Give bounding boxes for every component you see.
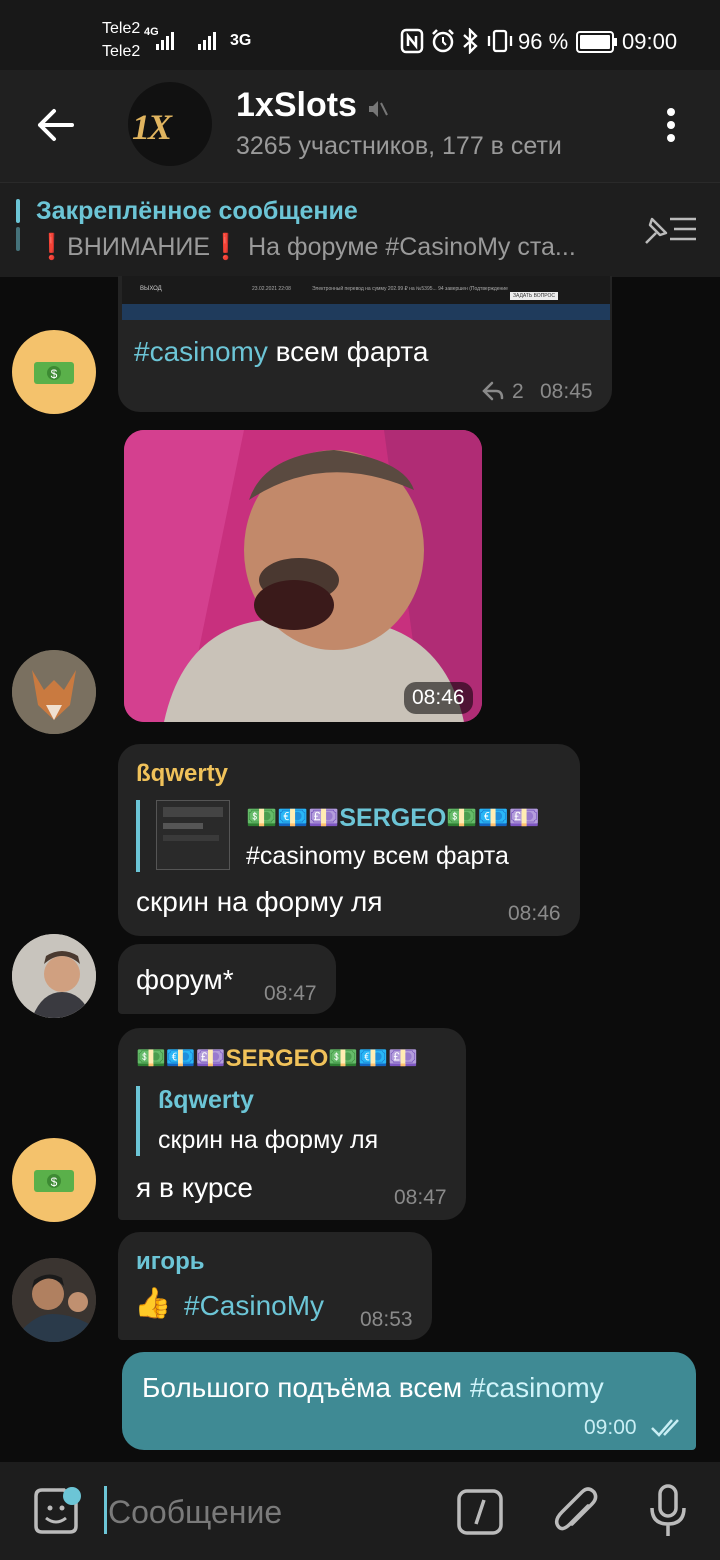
chat-title[interactable]: 1xSlots: [236, 86, 357, 125]
svg-text:$: $: [51, 1175, 58, 1189]
carrier-1: Tele2: [102, 20, 141, 37]
chat-header: 1X 1xSlots 3265 участников, 177 в сети: [0, 70, 720, 182]
screenshot-exit-label: ВЫХОД: [140, 286, 162, 292]
sender-name[interactable]: игорь: [136, 1248, 205, 1276]
pinned-label: Закреплённое сообщение: [36, 197, 358, 225]
avatar[interactable]: [12, 650, 96, 734]
message-bubble[interactable]: ßqwerty 💵💶💷SERGEO💵💶💷 #casinomy всем фарт…: [118, 744, 580, 936]
avatar-logo-text: 1X: [132, 107, 172, 147]
reply-quote-bar: [136, 1086, 140, 1156]
hashtag-link[interactable]: #casinomy: [134, 336, 268, 367]
money-icon: $: [34, 1170, 74, 1192]
message-input-bar: [0, 1462, 720, 1560]
reply-text: скрин на форму ля: [158, 1126, 379, 1154]
carrier-2: Tele2: [102, 43, 141, 60]
screenshot-date: 23.02.2021 22:08: [252, 286, 291, 292]
avatar[interactable]: [12, 1258, 96, 1342]
fox-avatar-image: [12, 650, 96, 734]
pinned-list-icon[interactable]: [640, 211, 698, 247]
user-photo-avatar: [12, 934, 96, 1018]
battery-icon: [576, 31, 617, 53]
sender-name[interactable]: ßqwerty: [136, 760, 228, 788]
reply-author: ßqwerty: [158, 1086, 254, 1114]
message-text: #casinomy всем фарта: [134, 336, 428, 368]
message-bubble[interactable]: ВЫХОД 23.02.2021 22:08 Электронный перев…: [118, 276, 612, 412]
read-checkmark-icon: [651, 1419, 679, 1437]
pinned-indicator-2: [16, 227, 20, 251]
thumbs-up-emoji: 👍: [134, 1287, 172, 1320]
nfc-icon: [400, 28, 424, 54]
reply-text: #casinomy всем фарта: [246, 842, 509, 870]
avatar[interactable]: [12, 934, 96, 1018]
message-text: скрин на форму ля: [136, 886, 383, 917]
own-message-bubble[interactable]: Большого подъёма всем #casinomy 09:00: [122, 1352, 696, 1450]
network-type-2: 3G: [230, 32, 252, 49]
message-time: 08:53: [360, 1308, 413, 1331]
gif-media[interactable]: 08:46: [124, 430, 482, 722]
message-text: Большого подъёма всем #casinomy: [142, 1372, 604, 1404]
message-bubble[interactable]: 💵💶💷SERGEO💵💶💷 ßqwerty скрин на форму ля я…: [118, 1028, 466, 1220]
money-icon: $: [34, 362, 74, 384]
reply-thumbnail: [156, 800, 230, 870]
message-time: 08:46: [508, 902, 561, 925]
more-menu-icon[interactable]: [664, 106, 678, 146]
media-time: 08:46: [404, 682, 473, 714]
status-time: 09:00: [622, 29, 678, 54]
message-text: я в курсе: [136, 1172, 253, 1203]
bot-commands-icon[interactable]: [456, 1488, 504, 1536]
status-bar: Tele2 Tele2 4G 3G 96 % 09:00: [0, 0, 720, 70]
sender-name[interactable]: 💵💶💷SERGEO💵💶💷: [136, 1044, 418, 1073]
bluetooth-icon: [463, 28, 478, 54]
alarm-icon: [432, 29, 454, 53]
message-time: 08:45: [540, 380, 593, 403]
screenshot-image[interactable]: ВЫХОД 23.02.2021 22:08 Электронный перев…: [122, 276, 610, 320]
pinned-text: ❗ВНИМАНИЕ❗ На форуме #CasinoMy ста...: [36, 233, 576, 261]
reply-author: 💵💶💷SERGEO💵💶💷: [246, 804, 540, 832]
battery-percent: 96 %: [518, 29, 569, 54]
screenshot-description: Электронный перевод на сумму 202.99 ₽ на…: [312, 286, 508, 292]
channel-avatar[interactable]: 1X: [128, 82, 212, 166]
message-body: всем фарта: [267, 336, 429, 367]
avatar[interactable]: $: [12, 330, 96, 414]
pinned-indicator: [16, 199, 20, 223]
chat-subtitle: 3265 участников, 177 в сети: [236, 132, 562, 160]
message-text: форум*: [136, 964, 234, 995]
muted-icon: [369, 101, 388, 117]
message-bubble[interactable]: форум* 08:47: [118, 944, 336, 1014]
reply-count[interactable]: 2: [512, 380, 524, 404]
message-body: Большого подъёма всем: [142, 1372, 470, 1403]
signal-icon: [156, 32, 174, 50]
avatar[interactable]: $: [12, 1138, 96, 1222]
user-photo-avatar: [12, 1258, 96, 1342]
screenshot-ask-button: ЗАДАТЬ ВОПРОС: [510, 292, 558, 300]
hashtag-link[interactable]: #CasinoMy: [184, 1290, 324, 1322]
svg-text:$: $: [51, 367, 58, 381]
back-arrow-icon[interactable]: [36, 108, 74, 142]
vibrate-icon: [487, 29, 513, 53]
message-bubble[interactable]: игорь 👍 #CasinoMy 08:53: [118, 1232, 432, 1340]
message-time: 08:47: [394, 1186, 447, 1209]
hashtag-link[interactable]: #casinomy: [470, 1372, 604, 1403]
message-input[interactable]: [106, 1482, 430, 1542]
reply-quote-bar: [136, 800, 140, 872]
sticker-icon[interactable]: [30, 1486, 82, 1536]
signal-icon-2: [198, 32, 216, 50]
message-time: 09:00: [584, 1416, 637, 1439]
message-time: 08:47: [264, 982, 317, 1005]
pinned-message-bar[interactable]: Закреплённое сообщение ❗ВНИМАНИЕ❗ На фор…: [0, 182, 720, 277]
reply-count-icon: [482, 381, 504, 401]
attach-icon[interactable]: [552, 1484, 600, 1538]
microphone-icon[interactable]: [648, 1482, 688, 1540]
laughing-man-image: [124, 430, 482, 722]
